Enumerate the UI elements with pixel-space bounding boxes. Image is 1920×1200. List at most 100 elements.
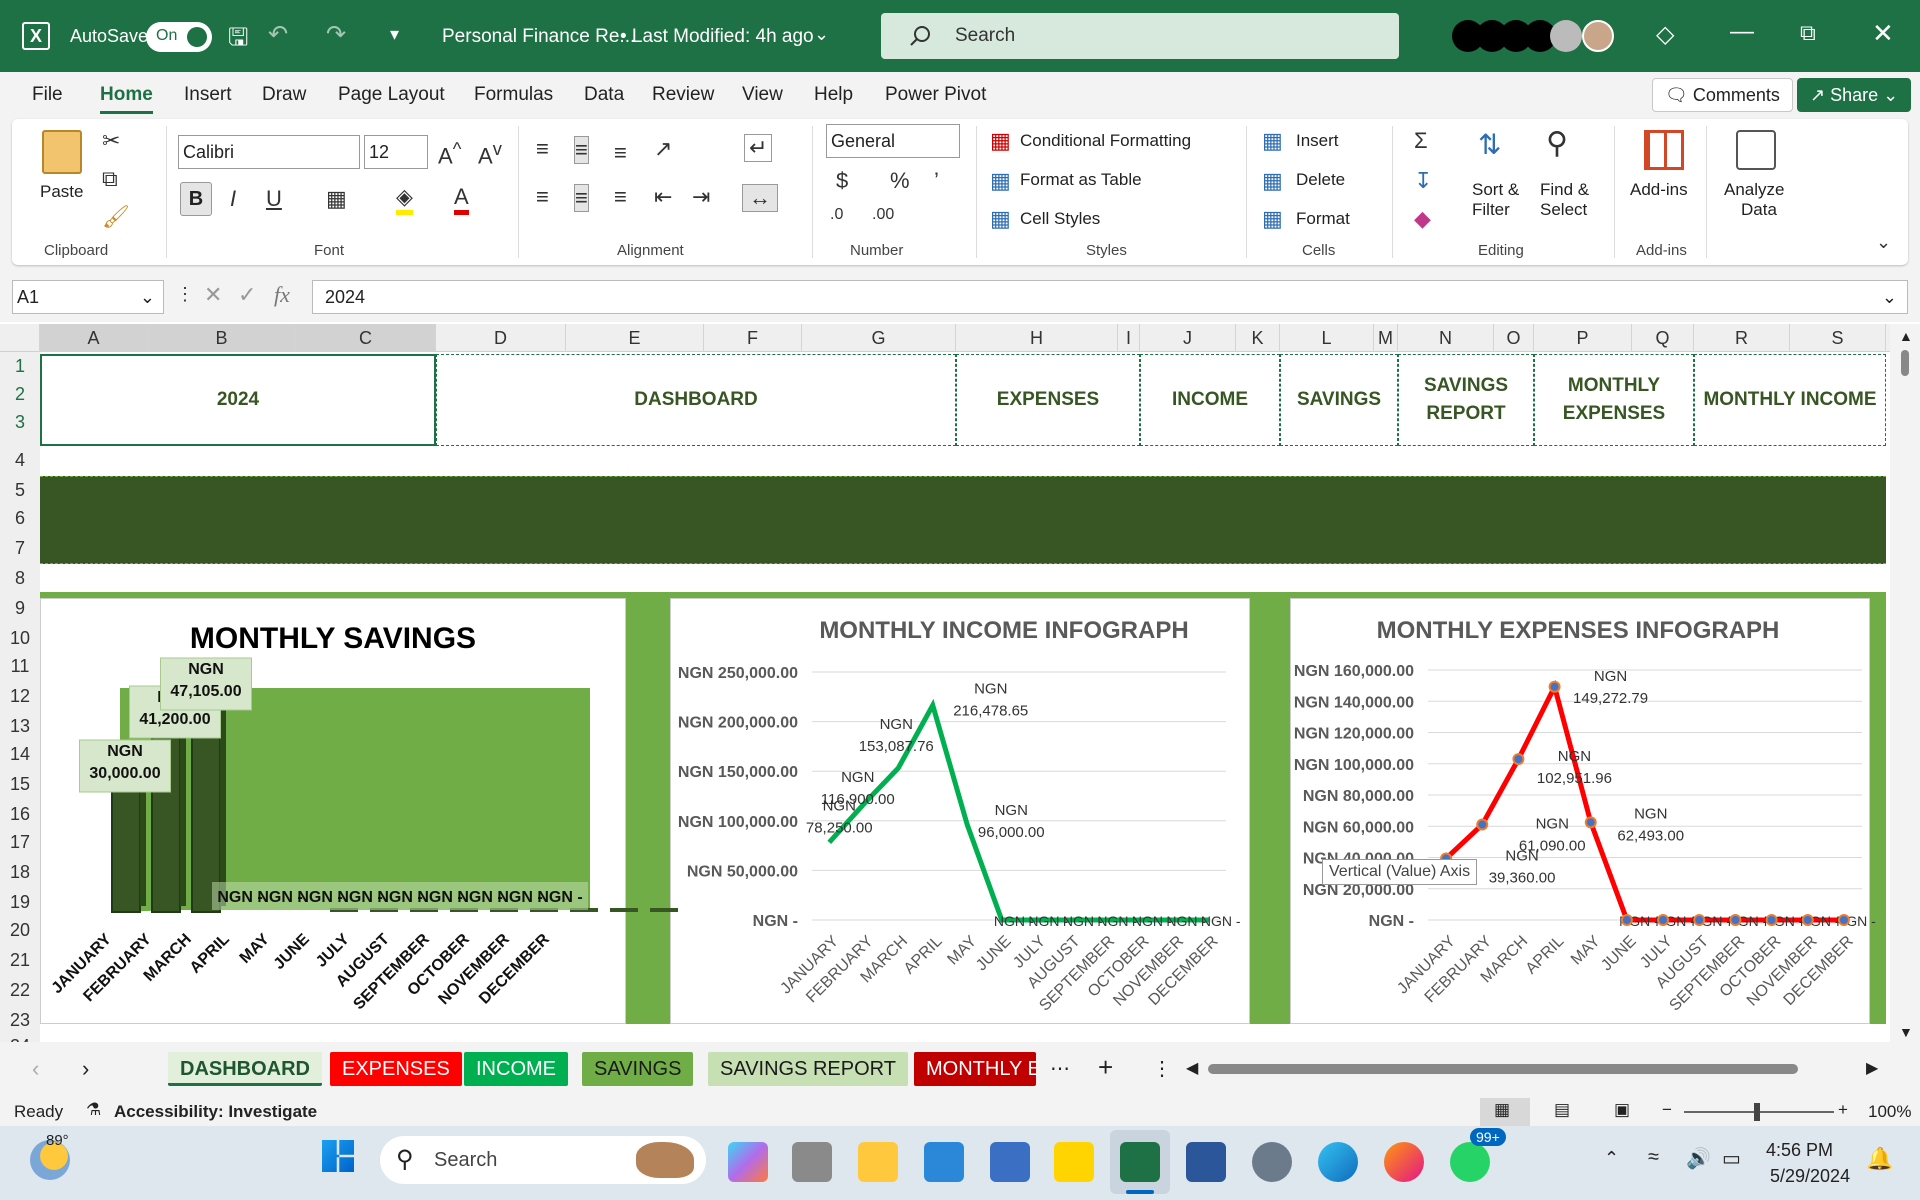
data-label: NGN — [1558, 748, 1591, 765]
savings-bar — [610, 908, 638, 912]
word-icon[interactable] — [1186, 1142, 1226, 1182]
data-label: 102,951.96 — [1537, 770, 1612, 787]
zoom-slider-thumb[interactable] — [1754, 1103, 1760, 1121]
start-icon[interactable] — [322, 1140, 354, 1172]
data-label: 61,090.00 — [1519, 838, 1586, 855]
edge-icon[interactable] — [1318, 1142, 1358, 1182]
category-label: JUNE — [1598, 933, 1640, 975]
y-tick-label: NGN 160,000.00 — [1294, 663, 1414, 680]
series-marker — [1476, 818, 1489, 831]
status-bar: Ready ⚗ Accessibility: Investigate ▦ ▤ ▣… — [0, 1098, 1920, 1126]
task-view-icon[interactable] — [792, 1142, 832, 1182]
data-label: NGN — [880, 716, 913, 733]
data-label: 216,478.65 — [953, 702, 1028, 719]
savings-data-label: NGN - — [457, 889, 502, 906]
app-icon[interactable] — [990, 1142, 1030, 1182]
more-tabs-icon[interactable]: ⋯ — [1050, 1056, 1070, 1081]
series-marker — [1801, 914, 1814, 926]
savings-data-label: NGN - — [377, 889, 422, 906]
accessibility-status[interactable]: Accessibility: Investigate — [114, 1102, 317, 1122]
clock-date[interactable]: 5/29/2024 — [1770, 1166, 1850, 1187]
active-app-indicator — [1126, 1190, 1154, 1194]
sheet-tab[interactable]: SAVINGS — [582, 1052, 694, 1086]
status-ready: Ready — [14, 1102, 64, 1121]
data-label: NGN — [1634, 805, 1667, 822]
y-tick-label: NGN 60,000.00 — [1303, 819, 1414, 836]
zoom-in-icon[interactable]: + — [1838, 1100, 1848, 1120]
y-tick-label: NGN 140,000.00 — [1294, 694, 1414, 711]
data-label: 116,900.00 — [821, 791, 895, 808]
y-tick-label: NGN 200,000.00 — [678, 715, 798, 732]
y-tick-label: NGN 250,000.00 — [678, 665, 798, 682]
hscroll-left-icon[interactable]: ◀ — [1186, 1058, 1198, 1078]
series-marker — [1837, 914, 1850, 926]
y-tick-label: NGN 50,000.00 — [687, 863, 798, 880]
firefox-icon[interactable] — [1384, 1142, 1424, 1182]
weather-temp: 89° — [46, 1132, 69, 1149]
hscroll-right-icon[interactable]: ▶ — [1866, 1058, 1878, 1078]
settings-icon[interactable] — [1252, 1142, 1292, 1182]
y-tick-label: NGN 80,000.00 — [1303, 788, 1414, 805]
taskbar-search[interactable]: ⚲ Search — [380, 1136, 706, 1184]
tab-scroll-right-icon[interactable]: › — [82, 1056, 89, 1082]
series-marker — [1765, 914, 1778, 926]
volume-icon[interactable]: 🔊 — [1686, 1146, 1711, 1171]
taskbar: 89° ⚲ Search 99+ ⌃ ≈ 🔊 ▭ 4:56 PM 5/29/20… — [0, 1126, 1920, 1200]
horizontal-scroll-thumb[interactable] — [1208, 1064, 1798, 1074]
series-marker — [1548, 680, 1561, 693]
scroll-down-icon[interactable]: ▼ — [1899, 1024, 1913, 1040]
y-tick-label: NGN 100,000.00 — [678, 814, 798, 831]
sheet-tab[interactable]: DASHBOARD — [168, 1052, 322, 1086]
savings-data-label: 41,200.00 — [139, 711, 210, 728]
savings-data-label: NGN - — [337, 889, 382, 906]
y-tick-label: NGN 120,000.00 — [1294, 726, 1414, 743]
taskbar-search-label: Search — [434, 1149, 498, 1171]
data-label: NGN — [974, 680, 1007, 697]
notification-bell-icon[interactable]: 🔔 — [1866, 1146, 1893, 1172]
sheet-tab[interactable]: EXPENSES — [330, 1052, 462, 1086]
sticky-notes-icon[interactable] — [1054, 1142, 1094, 1182]
file-explorer-icon[interactable] — [858, 1142, 898, 1182]
savings-data-label: 30,000.00 — [89, 765, 160, 782]
savings-data-label: NGN - — [497, 889, 542, 906]
add-sheet-icon[interactable]: + — [1098, 1052, 1113, 1083]
savings-data-label: NGN - — [257, 889, 302, 906]
wifi-icon[interactable]: ≈ — [1648, 1146, 1659, 1169]
savings-category-label: DECEMBER — [476, 930, 553, 1007]
zoom-out-icon[interactable]: − — [1662, 1100, 1672, 1120]
scroll-up-icon[interactable]: ▲ — [1899, 328, 1913, 344]
series-marker — [1657, 914, 1670, 926]
data-label: 96,000.00 — [978, 824, 1045, 841]
savings-category-label: MAY — [237, 931, 273, 967]
axis-tooltip: Vertical (Value) Axis — [1322, 859, 1478, 885]
sheet-tab[interactable]: MONTHLY E — [914, 1052, 1036, 1086]
y-tick-label: NGN 150,000.00 — [678, 764, 798, 781]
data-label: NGN — [1536, 816, 1569, 833]
data-label: NGN — [1594, 668, 1627, 685]
data-label: 39,360.00 — [1489, 870, 1556, 887]
savings-bar-side — [180, 710, 186, 906]
clock-time[interactable]: 4:56 PM — [1766, 1140, 1833, 1161]
chevron-up-icon[interactable]: ⌃ — [1604, 1148, 1619, 1169]
sheet-tab[interactable]: SAVINGS REPORT — [708, 1052, 908, 1086]
page-layout-view-icon[interactable]: ▤ — [1554, 1100, 1570, 1120]
vertical-scroll-thumb[interactable] — [1901, 350, 1909, 376]
zoom-level[interactable]: 100% — [1868, 1102, 1911, 1122]
whatsapp-icon[interactable] — [1450, 1142, 1490, 1182]
data-label: 62,493.00 — [1617, 827, 1684, 844]
tab-options-icon[interactable]: ⋮ — [1152, 1056, 1172, 1081]
series-marker — [1693, 914, 1706, 926]
data-label: 78,250.00 — [806, 819, 873, 836]
data-label: 149,272.79 — [1573, 690, 1648, 707]
store-icon[interactable] — [924, 1142, 964, 1182]
savings-data-label: NGN - — [297, 889, 342, 906]
savings-data-label: NGN - — [417, 889, 462, 906]
page-break-view-icon[interactable]: ▣ — [1614, 1100, 1630, 1120]
category-label: JUNE — [973, 933, 1015, 975]
series-marker — [1584, 816, 1597, 829]
vertical-scrollbar[interactable]: ▲ ▼ — [1890, 324, 1920, 1042]
copilot-icon[interactable] — [728, 1142, 768, 1182]
sheet-tab[interactable]: INCOME — [464, 1052, 568, 1086]
tab-scroll-left-icon[interactable]: ‹ — [32, 1056, 39, 1082]
battery-icon[interactable]: ▭ — [1722, 1146, 1741, 1171]
